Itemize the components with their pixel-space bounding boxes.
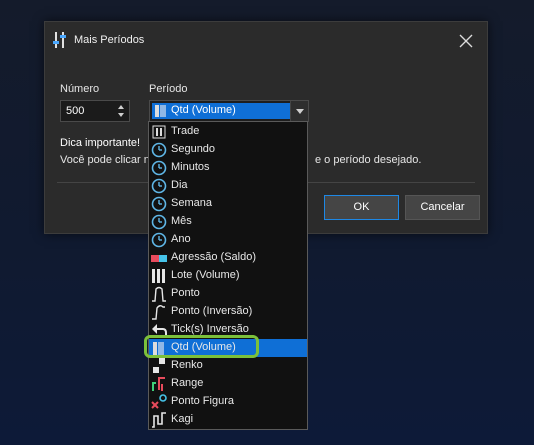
list-item-ticks-inversao[interactable]: Tick(s) Inversão [149,321,307,339]
periodo-label: Período [149,83,188,95]
periodo-selected-label: Qtd (Volume) [171,104,236,116]
cancel-button[interactable]: Cancelar [405,195,480,220]
list-item-semana[interactable]: Semana [149,195,307,213]
trade-icon [152,125,166,139]
list-item-mes[interactable]: Mês [149,213,307,231]
chevron-down-icon[interactable] [290,101,308,121]
periodo-dropdown-list[interactable]: Trade Segundo Minutos Dia Semana Mês Ano… [148,121,308,430]
clock-icon [151,178,167,194]
close-icon[interactable] [459,34,473,48]
list-item-kagi[interactable]: Kagi [149,411,307,429]
list-item-ponto-inversao[interactable]: Ponto (Inversão) [149,303,307,321]
clock-icon [151,214,167,230]
tip-text-right: e o período desejado. [315,154,422,166]
clock-icon [151,232,167,248]
point-figure-icon [151,394,167,409]
renko-icon [153,358,165,373]
volume-icon [155,105,166,117]
periodo-select[interactable]: Qtd (Volume) [149,100,309,122]
list-item-range[interactable]: Range [149,375,307,393]
numero-stepper[interactable]: 500 [60,100,130,122]
list-item-qtd-volume[interactable]: Qtd (Volume) [149,339,307,357]
list-item-ano[interactable]: Ano [149,231,307,249]
spinner-arrows-icon[interactable] [117,103,125,119]
range-icon [152,377,165,391]
numero-value[interactable]: 500 [66,105,84,117]
clock-icon [151,160,167,176]
periodo-selected-value[interactable]: Qtd (Volume) [152,103,290,119]
list-item-minutos[interactable]: Minutos [149,159,307,177]
tip-title: Dica importante! [60,137,141,149]
list-item-segundo[interactable]: Segundo [149,141,307,159]
list-item-agressao-saldo[interactable]: Agressão (Saldo) [149,249,307,267]
bars-icon [152,269,165,283]
ok-button[interactable]: OK [324,195,399,220]
list-item-ponto-figura[interactable]: Ponto Figura [149,393,307,411]
list-item-trade[interactable]: Trade [149,123,307,141]
clock-icon [151,142,167,158]
undo-arrow-icon [152,324,167,337]
list-item-renko[interactable]: Renko [149,357,307,375]
aggression-icon [151,255,167,262]
list-item-dia[interactable]: Dia [149,177,307,195]
tip-text-left: Você pode clicar no [60,154,157,166]
point-inversion-icon [152,305,165,320]
kagi-icon [152,412,166,428]
sliders-icon [53,32,66,48]
dialog-titlebar: Mais Períodos [45,22,487,60]
volume-icon [153,342,164,355]
point-icon [152,286,166,302]
numero-label: Número [60,83,100,95]
list-item-ponto[interactable]: Ponto [149,285,307,303]
dialog-title: Mais Períodos [74,34,145,46]
clock-icon [151,196,167,212]
list-item-lote-volume[interactable]: Lote (Volume) [149,267,307,285]
